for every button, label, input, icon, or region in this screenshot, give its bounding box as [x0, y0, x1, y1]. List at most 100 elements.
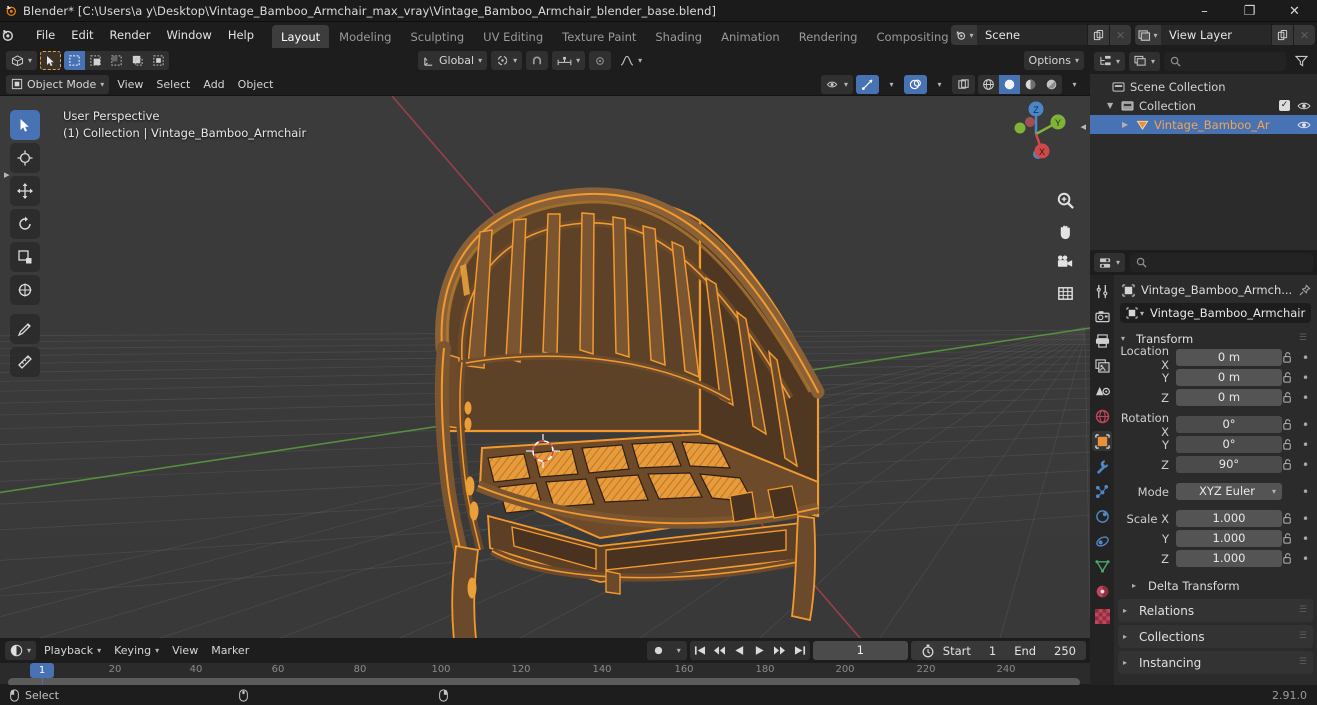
render-camera-icon[interactable]: [1092, 306, 1112, 326]
annotate-tool-button[interactable]: [10, 314, 40, 344]
menu-window[interactable]: Window: [158, 25, 219, 45]
gizmo-toggle[interactable]: [856, 74, 879, 94]
current-frame-field[interactable]: 1: [812, 641, 908, 660]
stopwatch-icon[interactable]: [921, 644, 935, 658]
location-z-animate-dot[interactable]: •: [1298, 391, 1313, 405]
toggle-ortho-icon[interactable]: [1053, 281, 1078, 306]
outliner-tree[interactable]: Scene Collection ▼ Collection ✓ ▶ Vintag…: [1090, 74, 1317, 134]
prev-keyframe-icon[interactable]: [710, 641, 730, 660]
view-layer-name-value[interactable]: View Layer: [1161, 25, 1271, 45]
outliner-display-mode-dropdown[interactable]: ▾: [1129, 51, 1161, 71]
timeline-menu-view[interactable]: View: [167, 641, 203, 660]
timeline-menu-playback[interactable]: Playback ▾: [39, 641, 106, 660]
rotation-y-value[interactable]: 0°: [1176, 436, 1282, 453]
rotation-z-animate-dot[interactable]: •: [1298, 458, 1313, 472]
location-z-row[interactable]: Z 0 m •: [1118, 388, 1313, 407]
shading-dropdown[interactable]: ▾: [1065, 75, 1084, 94]
properties-editor-type-icon[interactable]: ▾: [1094, 253, 1126, 272]
shading-rendered-icon[interactable]: [1041, 75, 1062, 94]
proportional-editing-icon[interactable]: [589, 51, 612, 70]
location-y-value[interactable]: 0 m: [1176, 369, 1282, 386]
object-row-controls[interactable]: [1297, 120, 1311, 130]
close-button[interactable]: ✕: [1272, 0, 1317, 22]
world-globe-icon[interactable]: [1092, 406, 1112, 426]
record-dot-icon[interactable]: [647, 645, 671, 656]
visibility-dropdown[interactable]: ▾: [820, 74, 853, 94]
location-x-value[interactable]: 0 m: [1176, 349, 1282, 366]
object-expander-icon[interactable]: ▶: [1122, 120, 1131, 129]
scale-x-animate-dot[interactable]: •: [1298, 512, 1313, 526]
editor-type-3dviewport-icon[interactable]: ▾: [6, 51, 38, 70]
transform-tool-button[interactable]: [10, 275, 40, 305]
collection-checkbox[interactable]: ✓: [1279, 100, 1290, 111]
mesh-data-triangle-icon[interactable]: [1092, 556, 1112, 576]
scale-x-value[interactable]: 1.000: [1176, 510, 1282, 527]
timeline-ruler[interactable]: 20 40 60 80 100 120 140 160 180 200 220 …: [0, 663, 1090, 687]
rotation-x-animate-dot[interactable]: •: [1298, 418, 1313, 432]
rotation-y-row[interactable]: Y 0° •: [1118, 435, 1313, 454]
rotation-mode-animate-dot[interactable]: •: [1298, 485, 1313, 499]
camera-view-icon[interactable]: [1053, 250, 1078, 275]
location-y-animate-dot[interactable]: •: [1298, 371, 1313, 385]
outliner-row-vintage-bamboo-armchair[interactable]: ▶ Vintage_Bamboo_Ar: [1090, 115, 1317, 134]
menu-file[interactable]: File: [28, 25, 63, 45]
pin-icon[interactable]: [1298, 283, 1311, 297]
measure-tool-button[interactable]: [10, 347, 40, 377]
select-mode-invert-icon[interactable]: [127, 51, 148, 70]
scale-y-value[interactable]: 1.000: [1176, 530, 1282, 547]
timeline-menu-keying[interactable]: Keying ▾: [109, 641, 164, 660]
workspace-tab-shading[interactable]: Shading: [646, 25, 711, 50]
outliner-row-scene-collection[interactable]: Scene Collection: [1090, 77, 1317, 96]
relations-panel[interactable]: ▸ Relations ☰: [1118, 599, 1313, 622]
gizmo-dropdown[interactable]: ▾: [882, 75, 901, 94]
menu-edit[interactable]: Edit: [63, 25, 101, 45]
scale-z-animate-dot[interactable]: •: [1298, 552, 1313, 566]
object-square-icon[interactable]: [1092, 431, 1112, 451]
viewport-menu-add[interactable]: Add: [198, 75, 229, 94]
auto-keying-group[interactable]: ▾: [646, 641, 687, 660]
relations-expander-icon[interactable]: ▸: [1123, 606, 1132, 615]
workspace-tab-compositing[interactable]: Compositing: [867, 25, 957, 50]
maximize-button[interactable]: ❐: [1227, 0, 1272, 22]
workspace-tab-uv-editing[interactable]: UV Editing: [474, 25, 552, 50]
xray-toggle[interactable]: [952, 74, 975, 94]
outliner-editor[interactable]: ▾ ▾ Scene Collection ▼ Collection ✓ ▶ Vi…: [1090, 48, 1317, 250]
playhead-marker[interactable]: 1: [30, 663, 54, 678]
start-frame-value[interactable]: 1: [989, 644, 996, 658]
pan-hand-icon[interactable]: [1053, 219, 1078, 244]
workspace-tab-texture-paint[interactable]: Texture Paint: [553, 25, 645, 50]
viewport-options-dropdown[interactable]: Options ▾: [1023, 51, 1084, 70]
properties-content[interactable]: Vintage_Bamboo_Armch... ▾ Vintage_Bamboo…: [1114, 275, 1317, 685]
new-scene-icon[interactable]: [1087, 25, 1109, 45]
collections-panel[interactable]: ▸ Collections ☰: [1118, 625, 1313, 648]
viewport-canvas[interactable]: [0, 96, 1090, 638]
app-menu-blender-icon[interactable]: [0, 28, 28, 42]
viewport-toolbar[interactable]: [10, 110, 40, 377]
rotate-tool-button[interactable]: [10, 209, 40, 239]
move-tool-button[interactable]: [10, 176, 40, 206]
shading-mode-group[interactable]: [978, 74, 1062, 94]
sidebar-collapse-arrow-icon[interactable]: ◂: [1080, 120, 1086, 133]
scale-y-lock-icon[interactable]: [1282, 533, 1298, 544]
scene-name-value[interactable]: Scene: [977, 25, 1087, 45]
select-mode-group[interactable]: [64, 51, 170, 70]
workspace-tab-rendering[interactable]: Rendering: [790, 25, 867, 50]
object-name-field[interactable]: ▾ Vintage_Bamboo_Armchair: [1120, 303, 1311, 323]
select-mode-set-icon[interactable]: [64, 51, 86, 70]
play-icon[interactable]: [750, 641, 770, 660]
properties-tab-rail[interactable]: [1090, 275, 1114, 685]
shading-material-preview-icon[interactable]: [1020, 75, 1041, 94]
workspace-tab-animation[interactable]: Animation: [712, 25, 789, 50]
scale-y-row[interactable]: Y 1.000 •: [1118, 529, 1313, 548]
rotation-x-row[interactable]: Rotation X 0° •: [1118, 411, 1313, 439]
tool-icon[interactable]: [1092, 281, 1112, 301]
workspace-tab-layout[interactable]: Layout: [272, 25, 330, 50]
rotation-z-row[interactable]: Z 90° •: [1118, 455, 1313, 474]
physics-orbit-icon[interactable]: [1092, 506, 1112, 526]
auto-keying-dropdown-icon[interactable]: ▾: [671, 646, 687, 655]
location-y-lock-icon[interactable]: [1282, 372, 1298, 383]
wrench-icon[interactable]: [1092, 456, 1112, 476]
play-reverse-icon[interactable]: [730, 641, 750, 660]
zoom-icon[interactable]: [1053, 188, 1078, 213]
select-mode-subtract-icon[interactable]: [106, 51, 127, 70]
